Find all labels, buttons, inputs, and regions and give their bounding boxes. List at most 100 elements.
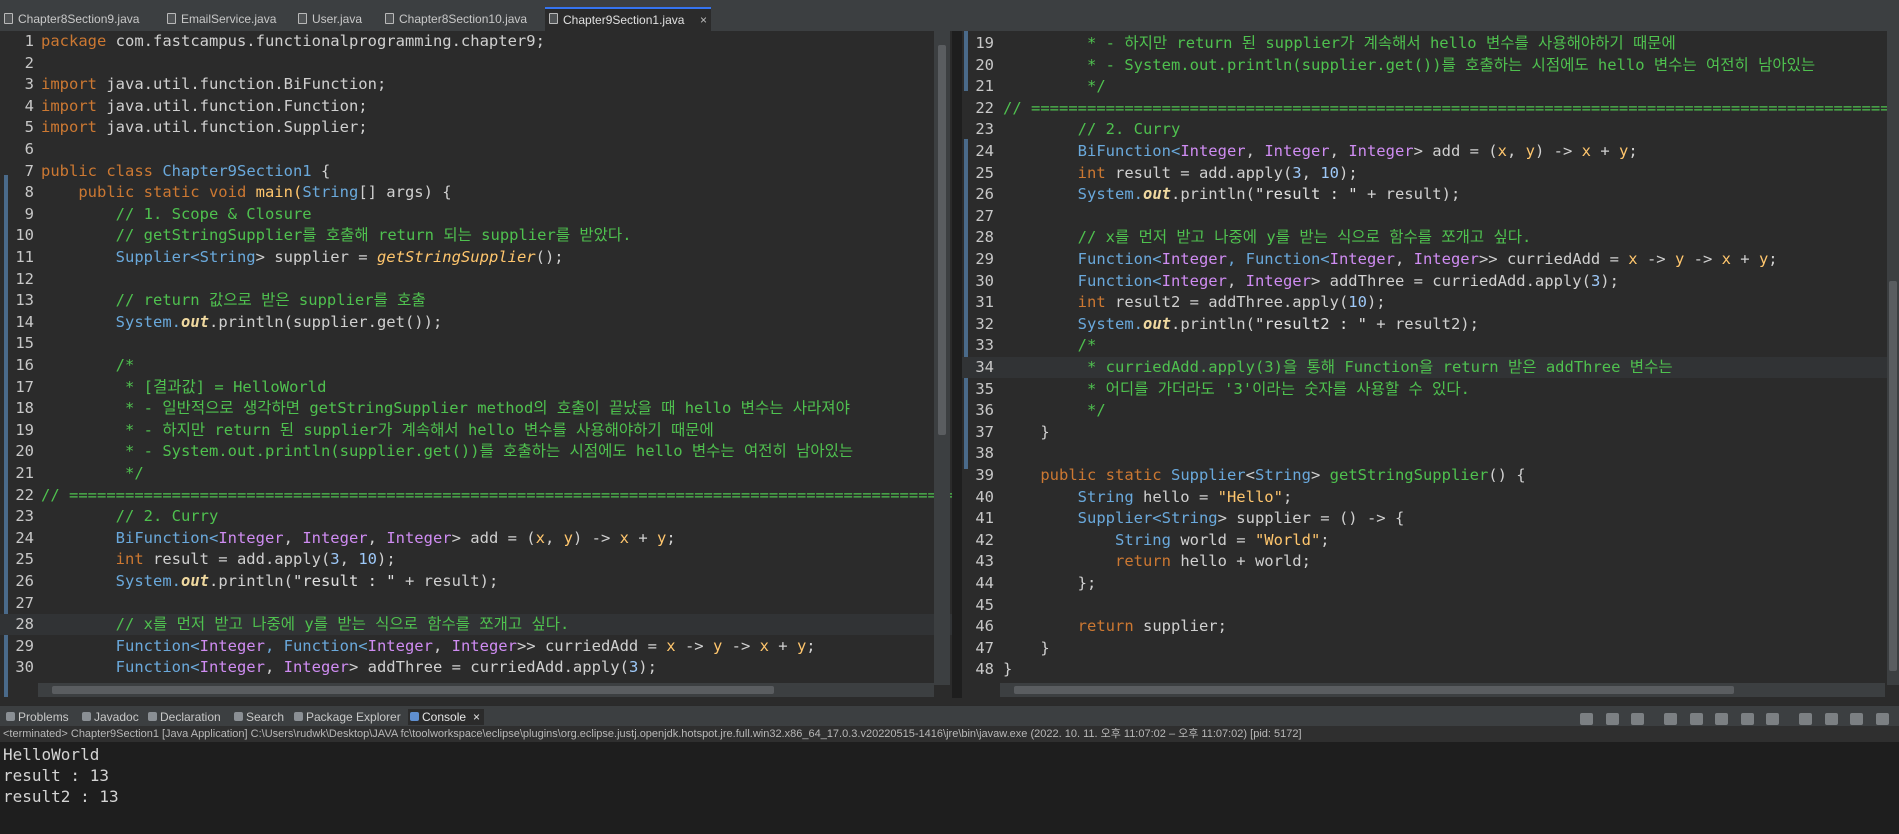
code-line: int result = add.apply(3, 10); <box>41 550 396 569</box>
line-number: 7 <box>24 161 34 180</box>
code-line: import java.util.function.Supplier; <box>41 118 368 137</box>
tab-javadoc[interactable]: Javadoc <box>80 709 139 725</box>
tab-user[interactable]: User.java <box>294 9 374 29</box>
left-vertical-scrollbar[interactable] <box>934 31 950 685</box>
tab-emailservice[interactable]: EmailService.java <box>163 9 287 29</box>
console-launch-status: <terminated> Chapter9Section1 [Java Appl… <box>0 726 1899 742</box>
code-line: System.out.println("result2 : " + result… <box>1003 314 1479 333</box>
line-number: 22 <box>975 98 994 117</box>
line-number: 39 <box>975 466 994 484</box>
line-number: 26 <box>975 185 994 204</box>
right-vertical-scrollbar[interactable] <box>1887 31 1899 685</box>
code-line: // x를 먼저 받고 나중에 y를 받는 식으로 함수를 쪼개고 싶다. <box>1003 228 1532 247</box>
code-line: // 1. Scope & Closure <box>41 204 312 223</box>
left-editor-pane[interactable]: 1 package com.fastcampus.functionalprogra… <box>0 31 952 698</box>
tab-search[interactable]: Search <box>232 709 284 725</box>
declaration-icon <box>148 712 157 721</box>
code-line: * - 하지만 return 된 supplier가 계속해서 hello 변수… <box>41 420 714 439</box>
editor-tab-bar: Chapter8Section9.java EmailService.java … <box>0 6 1899 32</box>
right-editor-pane[interactable]: 19 * - 하지만 return 된 supplier가 계속해서 hello… <box>962 31 1899 698</box>
line-number: 2 <box>24 53 34 72</box>
word-wrap-icon[interactable] <box>1689 713 1703 725</box>
code-line: * 어디를 가더라도 '3'이라는 숫자를 사용할 수 있다. <box>1003 379 1470 398</box>
code-line: */ <box>1003 77 1106 96</box>
code-line: * - System.out.println(supplier.get())를 … <box>1003 55 1816 74</box>
java-file-icon <box>298 13 307 24</box>
line-number: 5 <box>24 118 34 137</box>
tab-package-explorer[interactable]: Package Explorer <box>292 709 401 725</box>
code-line: System.out.println("result : " + result)… <box>1003 185 1461 204</box>
line-number: 30 <box>15 658 34 677</box>
code-line: } <box>1003 422 1050 441</box>
code-line: Function<Integer, Function<Integer, Inte… <box>1003 250 1778 268</box>
code-line: // =====================================… <box>1003 98 1899 117</box>
javadoc-icon <box>82 712 91 721</box>
line-number: 20 <box>975 55 994 74</box>
code-line: // return 값으로 받은 supplier를 호출 <box>41 291 426 310</box>
code-line: System.out.println(supplier.get()); <box>41 312 443 331</box>
maximize-icon[interactable] <box>1876 713 1889 725</box>
line-number: 3 <box>24 75 34 94</box>
console-toolbar <box>1577 710 1889 725</box>
code-line: System.out.println("result : " + result)… <box>41 572 499 590</box>
line-number: 21 <box>975 77 994 96</box>
bottom-panel-tab-bar: Problems Javadoc Declaration Search Pack… <box>0 705 1899 726</box>
code-line: import java.util.function.BiFunction; <box>41 75 387 94</box>
tab-chapter8section10[interactable]: Chapter8Section10.java <box>381 9 535 29</box>
code-line: // x를 먼저 받고 나중에 y를 받는 식으로 함수를 쪼개고 싶다. <box>41 615 570 634</box>
line-number: 13 <box>15 291 34 310</box>
line-number: 44 <box>975 574 994 592</box>
pin-console-icon[interactable] <box>1766 713 1780 725</box>
line-number: 21 <box>15 464 34 482</box>
tab-chapter8section9[interactable]: Chapter8Section9.java <box>0 9 148 29</box>
line-number: 28 <box>15 615 34 634</box>
close-icon[interactable]: × <box>473 709 480 725</box>
tab-problems[interactable]: Problems <box>4 709 69 725</box>
line-number: 18 <box>15 399 34 418</box>
open-console-icon[interactable] <box>1824 713 1838 725</box>
line-number: 38 <box>975 444 994 463</box>
code-line: return hello + world; <box>1003 552 1311 571</box>
scroll-thumb[interactable] <box>1889 281 1897 671</box>
remove-launch-icon[interactable] <box>1605 713 1619 725</box>
close-tab-icon[interactable]: × <box>700 9 707 31</box>
line-number: 35 <box>975 379 994 398</box>
console-output-area[interactable]: HelloWorld result : 13 result2 : 13 <box>0 742 1899 834</box>
code-line: } <box>1003 660 1013 679</box>
right-horizontal-scrollbar[interactable] <box>1000 683 1885 697</box>
tab-label: User.java <box>312 12 363 26</box>
tab-chapter9section1[interactable]: Chapter9Section1.java × <box>545 7 711 31</box>
code-line: String world = "World"; <box>1003 530 1330 549</box>
code-line: * - System.out.println(supplier.get())를 … <box>41 442 854 461</box>
line-number: 24 <box>15 528 34 547</box>
minimize-icon[interactable] <box>1850 713 1864 725</box>
scroll-lock-icon[interactable] <box>1663 713 1677 725</box>
line-number: 47 <box>975 638 994 657</box>
scroll-thumb[interactable] <box>52 686 774 694</box>
line-number: 16 <box>15 356 34 374</box>
code-line: int result2 = addThree.apply(10); <box>1003 293 1386 312</box>
scroll-thumb[interactable] <box>938 45 946 435</box>
line-number: 15 <box>15 334 34 353</box>
tab-console[interactable]: Console × <box>408 709 485 725</box>
line-number: 19 <box>15 420 34 439</box>
left-horizontal-scrollbar[interactable] <box>38 683 934 697</box>
line-number: 25 <box>975 163 994 182</box>
line-number: 12 <box>15 269 34 288</box>
display-console-icon[interactable] <box>1799 713 1813 725</box>
code-line: package com.fastcampus.functionalprogram… <box>41 32 545 50</box>
line-number: 27 <box>975 206 994 225</box>
show-on-output-icon[interactable] <box>1715 713 1729 725</box>
line-number: 9 <box>24 204 34 223</box>
show-on-error-icon[interactable] <box>1740 713 1754 725</box>
line-number: 26 <box>15 572 34 590</box>
code-line: Supplier<String> supplier = () -> { <box>1003 509 1405 528</box>
pane-splitter[interactable] <box>952 31 962 698</box>
remove-all-icon[interactable] <box>1631 713 1645 725</box>
code-line: // 2. Curry <box>41 507 219 526</box>
terminate-icon[interactable] <box>1579 713 1593 725</box>
code-line: Function<Integer, Integer> addThree = cu… <box>1003 271 1619 290</box>
line-number: 8 <box>24 183 34 202</box>
tab-declaration[interactable]: Declaration <box>146 709 221 725</box>
scroll-thumb[interactable] <box>1014 686 1734 694</box>
